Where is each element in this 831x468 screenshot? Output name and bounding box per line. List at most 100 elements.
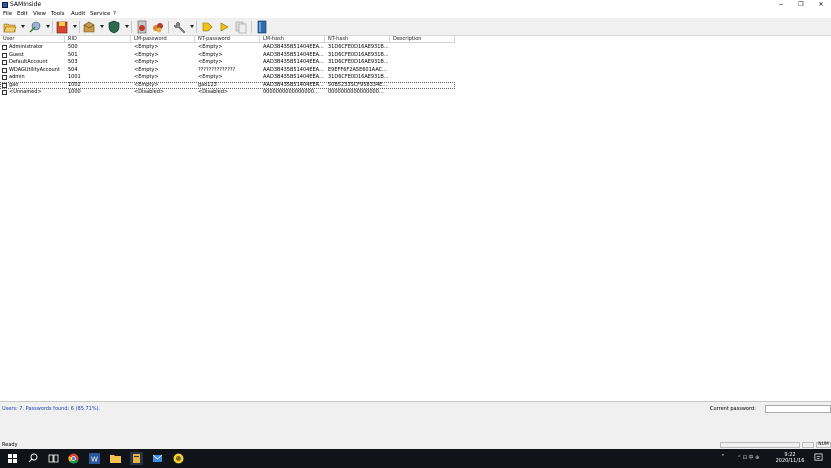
open-folder-icon[interactable] <box>3 20 17 34</box>
menu-service[interactable]: Service <box>90 10 110 18</box>
cell-lm-hash: 0000000000000000... <box>263 89 319 95</box>
column-header-nt-password[interactable]: NT-password <box>195 36 260 43</box>
cell-user: gao <box>9 81 19 88</box>
key-icon[interactable] <box>200 20 214 34</box>
keys-icon[interactable] <box>151 20 165 34</box>
status-num: NUM <box>816 442 831 448</box>
sam-dropdown-arrow[interactable] <box>73 25 77 28</box>
menu-help[interactable]: ? <box>113 10 116 18</box>
menu-audit[interactable]: Audit <box>71 10 85 18</box>
status-pane <box>802 442 814 448</box>
table-row[interactable]: Administrator 500 <Empty> <Empty> AAD3B4… <box>0 44 455 51</box>
password-summary: Users: 7. Passwords found: 6 (85.71%). <box>2 406 101 412</box>
file-explorer-icon[interactable] <box>109 452 122 465</box>
open-dropdown-arrow[interactable] <box>21 25 25 28</box>
export-icon[interactable] <box>82 20 96 34</box>
table-row[interactable]: DefaultAccount 503 <Empty> <Empty> AAD3B… <box>0 59 455 66</box>
close-button[interactable]: ✕ <box>811 0 831 10</box>
table-row[interactable]: admin 1001 <Empty> <Empty> AAD3B435B5140… <box>0 74 455 81</box>
cell-nt-password: <Empty> <box>198 74 223 80</box>
cell-lm-password: <Empty> <box>134 81 159 88</box>
table-row-focused[interactable]: gao 1002 <Empty> gao123 AAD3B435B51404EE… <box>0 81 455 89</box>
cell-lm-password: <Empty> <box>134 44 159 50</box>
system-tray-icons[interactable]: ⌃ ⊡ 中 ⊕ <box>737 454 759 461</box>
menu-view[interactable]: View <box>33 10 46 18</box>
mail-icon[interactable] <box>151 452 164 465</box>
cell-nt-password: <Empty> <box>198 59 223 65</box>
title-bar: SAMInside − ❐ ✕ <box>0 0 831 10</box>
toolbar-separator <box>131 21 132 33</box>
cell-nt-password: <Empty> <box>198 51 223 58</box>
list-header: User RID LM-password NT-password LM-hash… <box>0 36 455 43</box>
toolbar-separator <box>52 21 53 33</box>
svg-text:W: W <box>91 456 98 464</box>
toolbar-separator <box>196 21 197 33</box>
tools-icon[interactable] <box>173 20 187 34</box>
cell-nt-hash: 31D6CFE0D16AE931B... <box>328 44 389 50</box>
export-dropdown-arrow[interactable] <box>100 25 104 28</box>
cell-nt-hash: 31D6CFE0D16AE931B... <box>328 74 389 80</box>
saminside-icon[interactable] <box>130 452 143 465</box>
cell-user: Administrator <box>9 44 44 50</box>
search-icon[interactable] <box>27 452 40 465</box>
tools-dropdown-arrow[interactable] <box>190 25 194 28</box>
table-row[interactable]: Guest 501 <Empty> <Empty> AAD3B435B51404… <box>0 52 455 59</box>
taskbar-clock[interactable]: 9:22 2020/11/16 <box>775 452 805 464</box>
summary-panel: Users: 7. Passwords found: 6 (85.71%). C… <box>0 402 831 441</box>
cell-description <box>390 67 455 74</box>
start-icon[interactable] <box>6 452 19 465</box>
cell-nt-hash: 50B5233SCF958334E... <box>328 81 388 88</box>
cell-lm-hash: AAD3B435B51404EEA... <box>263 59 324 65</box>
word-icon[interactable]: W <box>88 452 101 465</box>
notification-icon[interactable] <box>814 453 823 464</box>
status-bar: Ready NUM <box>0 441 831 449</box>
import-icon[interactable] <box>28 20 42 34</box>
status-ready: Ready <box>2 442 18 448</box>
cell-description <box>390 44 455 51</box>
help-book-icon[interactable] <box>255 20 269 34</box>
task-view-icon[interactable] <box>47 452 60 465</box>
chrome-icon[interactable] <box>67 452 80 465</box>
play-icon[interactable] <box>217 20 231 34</box>
cell-rid: 501 <box>68 51 78 58</box>
minimize-button[interactable]: − <box>771 0 791 10</box>
column-header-nt-hash[interactable]: NT-hash <box>325 36 390 43</box>
table-row[interactable]: WDAGUtilityAccount 504 <Empty> ?????????… <box>0 67 455 74</box>
cell-rid: 504 <box>68 66 78 73</box>
import-dropdown-arrow[interactable] <box>46 25 50 28</box>
maximize-button[interactable]: ❐ <box>791 0 811 10</box>
cell-lm-hash: AAD3B435B51404EEA... <box>263 44 324 50</box>
copy-icon[interactable] <box>234 20 248 34</box>
current-password-field[interactable] <box>765 405 831 413</box>
table-row[interactable]: <Unnamed> 1000 <Disabled> <Disabled> 000… <box>0 89 455 96</box>
other-app-icon[interactable] <box>172 452 185 465</box>
people-icon[interactable]: ᴿ <box>722 454 724 460</box>
column-header-rid[interactable]: RID <box>65 36 131 43</box>
cell-description <box>390 82 455 89</box>
cell-user: DefaultAccount <box>9 59 48 65</box>
toolbar-separator <box>168 21 169 33</box>
attack-dropdown-arrow[interactable] <box>125 25 129 28</box>
column-header-lm-password[interactable]: LM-password <box>131 36 195 43</box>
cell-lm-password: <Empty> <box>134 59 159 65</box>
cell-lm-hash: AAD3B435B51404EEA... <box>263 66 324 73</box>
column-header-description[interactable]: Description <box>390 36 455 43</box>
cell-rid: 1002 <box>68 81 81 88</box>
cell-nt-hash: E9EFF6F2A5E601AAC... <box>328 66 387 73</box>
user-list[interactable]: User RID LM-password NT-password LM-hash… <box>0 36 831 402</box>
attack-icon[interactable] <box>107 20 121 34</box>
column-header-user[interactable]: User <box>0 36 65 43</box>
menu-edit[interactable]: Edit <box>17 10 28 18</box>
menu-tools[interactable]: Tools <box>51 10 65 18</box>
sam-file-icon[interactable] <box>55 20 69 34</box>
app-icon <box>2 2 8 8</box>
toolbar-separator <box>79 21 80 33</box>
menu-file[interactable]: File <box>3 10 12 18</box>
cell-nt-hash: 31D6CFE0D16AE931B... <box>328 51 389 58</box>
cell-lm-password: <Empty> <box>134 51 159 58</box>
column-header-lm-hash[interactable]: LM-hash <box>260 36 325 43</box>
users-icon[interactable] <box>135 20 149 34</box>
menu-bar: File Edit View Tools Audit Service ? <box>0 10 831 18</box>
windows-taskbar: W ᴿ ⌃ ⊡ 中 ⊕ 9:22 2020/11/16 <box>0 449 831 468</box>
cell-nt-password: ?????????????? <box>198 66 236 73</box>
